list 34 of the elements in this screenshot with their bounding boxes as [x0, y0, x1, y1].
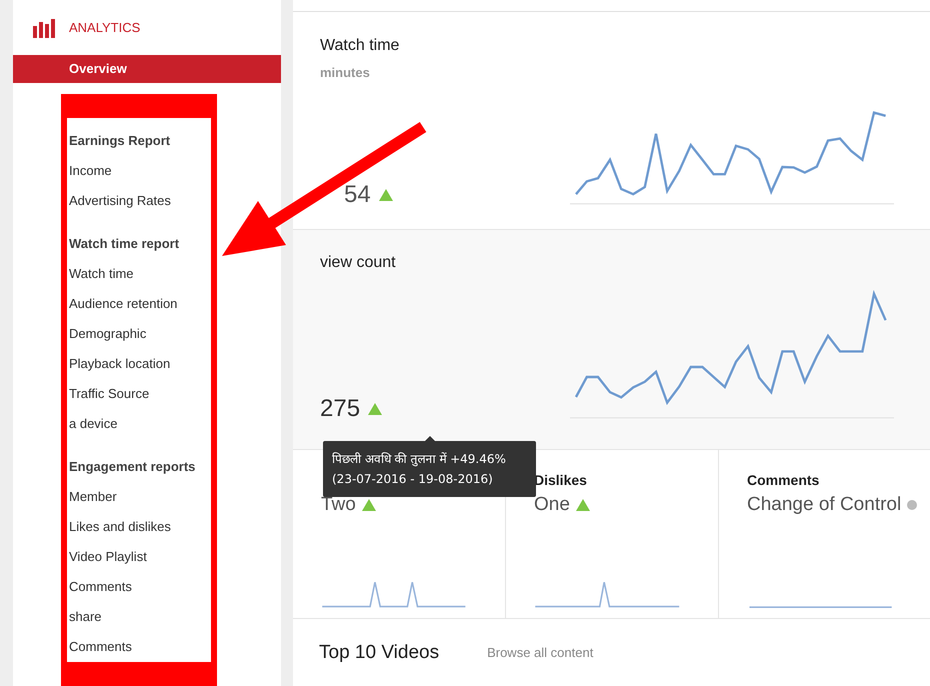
section-title: Top 10 Videos	[319, 642, 440, 664]
nav-item[interactable]: Likes and dislikes	[67, 512, 211, 542]
nav-item[interactable]: Playback location	[67, 349, 211, 379]
bar-chart-icon	[33, 17, 57, 38]
nav-item[interactable]: Overview	[13, 55, 281, 83]
metric-value: Change of Control	[747, 494, 902, 516]
section-heading: Watch time report	[68, 235, 180, 253]
nav-item[interactable]: Comments	[67, 572, 211, 602]
nav-item[interactable]: Video Playlist	[67, 542, 211, 572]
metric-title: Dislikes	[534, 472, 588, 490]
nav-item[interactable]: Audience retention	[67, 289, 211, 319]
section-heading: Earnings Report	[68, 132, 172, 150]
nav-item[interactable]: Advertising Rates	[67, 186, 211, 216]
nav-item[interactable]: share	[67, 602, 211, 632]
metric-unit: minutes	[320, 65, 371, 80]
nav-item[interactable]: Member	[67, 482, 211, 512]
browse-link[interactable]: Browse all content	[487, 645, 594, 660]
metric-value: One	[534, 494, 570, 516]
nav-item[interactable]: Watch time	[67, 259, 211, 289]
section-heading: Engagement reports	[68, 458, 196, 476]
metric-value: 54	[344, 181, 371, 209]
nav-item[interactable]: Comments	[67, 632, 211, 662]
metric-title: Comments	[747, 472, 820, 490]
nav-item[interactable]: Income	[67, 156, 211, 186]
metric-value: Two	[321, 494, 356, 516]
nav-item[interactable]: Traffic Source	[67, 379, 211, 409]
metric-value: 275	[320, 395, 360, 423]
tooltip-text: (23-07-2016 - 19-08-2016)	[332, 471, 494, 488]
nav-item[interactable]: Demographic	[67, 319, 211, 349]
nav-item[interactable]: a device	[67, 409, 211, 439]
metric-title: view count	[320, 254, 396, 272]
analytics-title: ANALYTICS	[69, 20, 140, 35]
tooltip-text: पिछली अवधि की तुलना में +49.46%	[332, 451, 507, 468]
metric-title: Watch time	[320, 37, 400, 55]
